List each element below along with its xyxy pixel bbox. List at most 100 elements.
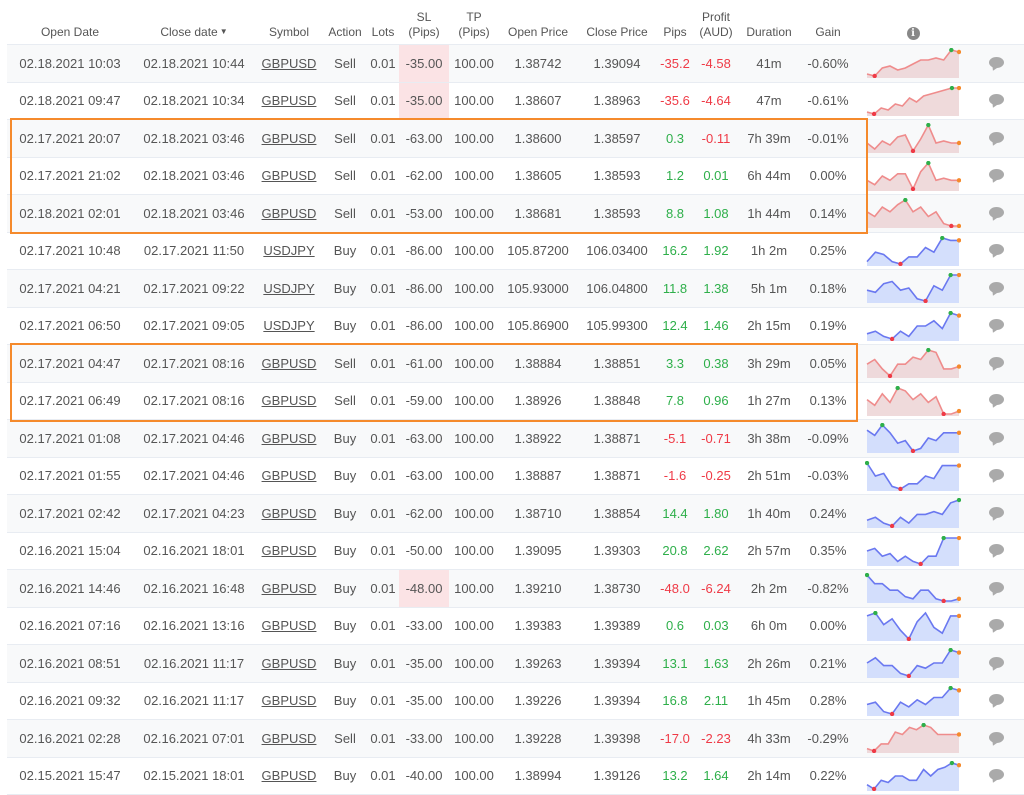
comment-icon[interactable]	[989, 544, 1004, 556]
close-date-cell: 02.16.2021 18:01	[133, 532, 255, 570]
comment-icon[interactable]	[989, 619, 1004, 631]
comment-icon[interactable]	[989, 581, 1004, 593]
equity-sparkline	[865, 460, 961, 491]
tp-cell: 100.00	[449, 419, 499, 458]
symbol-link[interactable]: GBPUSD	[262, 356, 317, 371]
table-header-row: Open Date Close date ▼ Symbol Action Lots…	[7, 0, 1024, 45]
symbol-link[interactable]: GBPUSD	[262, 581, 317, 596]
comment-icon[interactable]	[989, 694, 1004, 706]
header-symbol[interactable]: Symbol	[255, 0, 323, 45]
equity-sparkline	[866, 348, 961, 379]
pips-cell: 13.2	[657, 757, 693, 795]
equity-sparkline	[865, 573, 961, 604]
comment-icon[interactable]	[989, 394, 1004, 406]
comment-icon[interactable]	[989, 769, 1004, 781]
header-sl[interactable]: SL (Pips)	[399, 0, 449, 45]
header-close-date[interactable]: Close date ▼	[133, 0, 255, 45]
comment-icon[interactable]	[989, 169, 1004, 181]
symbol-link[interactable]: GBPUSD	[262, 656, 317, 671]
duration-cell: 6h 44m	[739, 157, 799, 195]
symbol-link[interactable]: GBPUSD	[262, 731, 317, 746]
symbol-link[interactable]: GBPUSD	[262, 618, 317, 633]
sparkline-max-point	[895, 385, 900, 390]
sl-cell: -35.00	[399, 644, 449, 683]
symbol-link[interactable]: USDJPY	[263, 281, 314, 296]
sparkline-last-point	[956, 141, 961, 146]
comment-icon[interactable]	[989, 356, 1004, 368]
symbol-link[interactable]: GBPUSD	[262, 693, 317, 708]
header-lots[interactable]: Lots	[367, 0, 399, 45]
pips-cell: 16.2	[657, 232, 693, 270]
open-date-cell: 02.17.2021 02:42	[7, 494, 133, 533]
gain-cell: -0.61%	[799, 82, 857, 120]
header-close-price[interactable]: Close Price	[577, 0, 657, 45]
symbol-link[interactable]: GBPUSD	[262, 168, 317, 183]
gain-cell: 0.19%	[799, 307, 857, 345]
close-date-cell: 02.16.2021 13:16	[133, 607, 255, 645]
action-cell: Sell	[323, 194, 367, 233]
header-pips[interactable]: Pips	[657, 0, 693, 45]
comment-icon[interactable]	[989, 281, 1004, 293]
comment-icon[interactable]	[989, 56, 1004, 68]
header-tp[interactable]: TP (Pips)	[449, 0, 499, 45]
symbol-link[interactable]: USDJPY	[263, 243, 314, 258]
action-cell: Sell	[323, 157, 367, 195]
symbol-link[interactable]: GBPUSD	[262, 768, 317, 783]
header-open-price[interactable]: Open Price	[499, 0, 577, 45]
sl-cell: -86.00	[399, 307, 449, 345]
sl-cell: -35.00	[399, 82, 449, 120]
header-profit[interactable]: Profit (AUD)	[693, 0, 739, 45]
close-price-cell: 1.39303	[577, 532, 657, 570]
comment-cell	[969, 457, 1024, 495]
comment-cell	[969, 82, 1024, 120]
symbol-link[interactable]: GBPUSD	[262, 431, 317, 446]
header-info[interactable]: i	[857, 0, 969, 45]
comment-icon[interactable]	[989, 656, 1004, 668]
header-gain[interactable]: Gain	[799, 0, 857, 45]
gain-cell: 0.00%	[799, 157, 857, 195]
profit-cell: 0.96	[693, 382, 739, 420]
profit-cell: 1.38	[693, 269, 739, 308]
close-price-cell: 1.38593	[577, 194, 657, 233]
symbol-link[interactable]: GBPUSD	[262, 543, 317, 558]
sparkline-last-point	[956, 762, 961, 768]
open-price-cell: 105.93000	[499, 269, 577, 308]
comment-cell	[969, 119, 1024, 158]
sl-cell: -33.00	[399, 719, 449, 758]
sparkline-max-point	[949, 760, 955, 765]
sparkline-min-point	[889, 336, 895, 341]
close-price-cell: 1.38597	[577, 119, 657, 158]
header-duration[interactable]: Duration	[739, 0, 799, 45]
close-price-cell: 1.38854	[577, 494, 657, 533]
open-date-cell: 02.18.2021 02:01	[7, 194, 133, 233]
symbol-link[interactable]: GBPUSD	[262, 56, 317, 71]
symbol-link[interactable]: GBPUSD	[262, 131, 317, 146]
comment-icon[interactable]	[989, 94, 1004, 106]
comment-icon[interactable]	[989, 469, 1004, 481]
symbol-cell: USDJPY	[255, 232, 323, 270]
open-date-cell: 02.15.2021 15:47	[7, 757, 133, 795]
header-open-date[interactable]: Open Date	[7, 0, 133, 45]
comment-icon[interactable]	[989, 506, 1004, 518]
comment-icon[interactable]	[989, 131, 1004, 143]
symbol-link[interactable]: GBPUSD	[262, 468, 317, 483]
symbol-link[interactable]: USDJPY	[263, 318, 314, 333]
sparkline-max-point	[926, 123, 931, 128]
symbol-link[interactable]: GBPUSD	[262, 393, 317, 408]
tp-cell: 100.00	[449, 719, 499, 758]
header-action[interactable]: Action	[323, 0, 367, 45]
pips-cell: -1.6	[657, 457, 693, 495]
comment-icon[interactable]	[989, 431, 1004, 443]
sparkline-last-point	[956, 224, 961, 229]
open-date-cell: 02.16.2021 09:32	[7, 682, 133, 720]
comment-icon[interactable]	[989, 206, 1004, 218]
symbol-link[interactable]: GBPUSD	[262, 506, 317, 521]
sparkline-area	[867, 425, 959, 454]
comment-icon[interactable]	[989, 319, 1004, 331]
symbol-link[interactable]: GBPUSD	[262, 93, 317, 108]
comment-icon[interactable]	[989, 244, 1004, 256]
info-icon[interactable]: i	[906, 27, 920, 40]
symbol-link[interactable]: GBPUSD	[262, 206, 317, 221]
equity-sparkline	[866, 85, 961, 116]
comment-icon[interactable]	[989, 731, 1004, 743]
